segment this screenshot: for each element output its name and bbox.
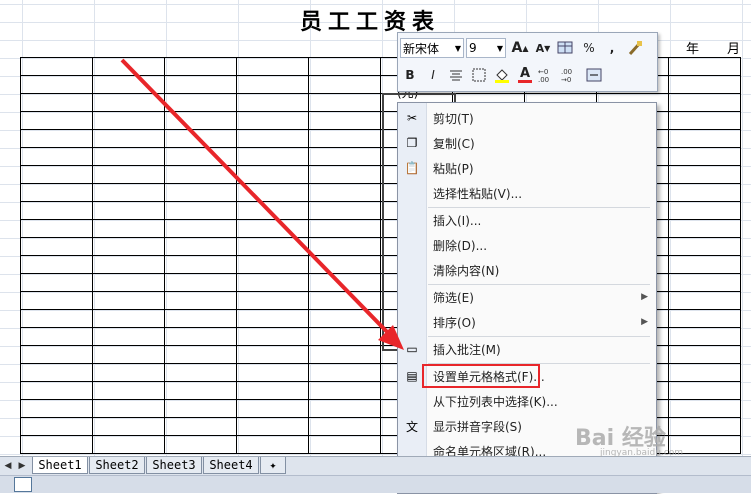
annotation-arrow: [120, 58, 404, 350]
tab-nav-next-icon[interactable]: ▶: [16, 457, 28, 474]
status-bar: [0, 475, 751, 493]
watermark-url: jingyan.baidu.com: [600, 448, 684, 458]
macro-record-icon[interactable]: [14, 477, 32, 492]
tab-sheet1[interactable]: Sheet1: [32, 457, 88, 474]
insert-sheet-icon[interactable]: ✦: [260, 457, 286, 474]
tab-nav-prev-icon[interactable]: ◀: [2, 457, 14, 474]
sheet-tab-bar: ◀ ▶ Sheet1 Sheet2 Sheet3 Sheet4 ✦: [0, 456, 751, 475]
tab-sheet4[interactable]: Sheet4: [203, 457, 259, 474]
tab-sheet2[interactable]: Sheet2: [89, 457, 145, 474]
tab-sheet3[interactable]: Sheet3: [146, 457, 202, 474]
